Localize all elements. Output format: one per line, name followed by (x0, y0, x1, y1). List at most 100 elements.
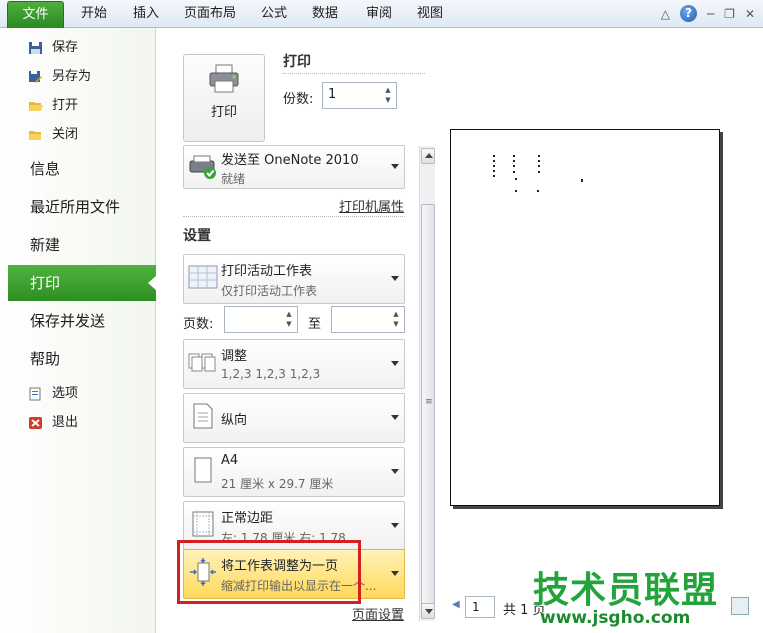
nav-print[interactable]: 打印 (8, 265, 157, 301)
tab-home[interactable]: 开始 (81, 0, 107, 28)
print-what-sub: 仅打印活动工作表 (221, 284, 318, 298)
collate-dropdown[interactable]: 调整 1,2,3 1,2,3 1,2,3 (183, 339, 405, 389)
pages-from-stepper[interactable]: ▲ ▼ (224, 306, 298, 333)
settings-title: 设置 (183, 228, 211, 244)
window-controls: △ ? ─ ❐ ✕ (661, 5, 755, 22)
save-icon (29, 42, 42, 54)
collate-icon (188, 353, 216, 372)
pages-label: 页数: (183, 317, 214, 332)
chevron-down-icon (391, 571, 399, 576)
collate-sub: 1,2,3 1,2,3 1,2,3 (221, 367, 321, 381)
page-content-marks (493, 155, 583, 192)
copies-value: 1 (328, 87, 337, 102)
print-what-dropdown[interactable]: 打印活动工作表 仅打印活动工作表 (183, 254, 405, 304)
backstage-nav: 保存 另存为 打开 关闭 信息 最近所用文件 新建 打印 保存并发送 帮助 选项… (0, 28, 157, 633)
prev-page-icon[interactable]: ◀ (452, 599, 460, 610)
orientation-dropdown[interactable]: 纵向 (183, 393, 405, 443)
chevron-down-icon (391, 276, 399, 281)
nav-open[interactable]: 打开 (29, 96, 79, 116)
nav-print-label: 打印 (30, 274, 61, 292)
tab-review[interactable]: 审阅 (366, 0, 392, 28)
tab-formulas[interactable]: 公式 (261, 0, 287, 28)
paper-title: A4 (221, 453, 239, 468)
tab-view[interactable]: 视图 (417, 0, 443, 28)
nav-open-label: 打开 (52, 98, 79, 113)
chevron-down-icon (391, 361, 399, 366)
ribbon-tab-bar: 文件 开始 插入 页面布局 公式 数据 审阅 视图 △ ? ─ ❐ ✕ (0, 0, 763, 28)
active-arrow-icon (148, 275, 157, 291)
margins-icon (192, 511, 214, 537)
chevron-down-icon (391, 469, 399, 474)
stepper-arrows-icon[interactable]: ▲ ▼ (283, 309, 295, 329)
nav-close[interactable]: 关闭 (29, 125, 79, 145)
sheet-icon (188, 265, 218, 289)
restore-icon[interactable]: ❐ (724, 7, 735, 21)
nav-close-label: 关闭 (52, 127, 79, 142)
print-section-title: 打印 (283, 54, 311, 70)
nav-options-label: 选项 (52, 386, 79, 401)
preview-page (450, 129, 720, 506)
settings-scrollbar[interactable]: ≡ (419, 146, 435, 621)
nav-options[interactable]: 选项 (29, 384, 79, 404)
nav-save-label: 保存 (52, 40, 79, 55)
nav-save-as[interactable]: 另存为 (29, 67, 92, 87)
page-number-input[interactable]: 1 (465, 596, 495, 618)
page-setup-link[interactable]: 页面设置 (352, 604, 404, 623)
exit-icon (29, 417, 42, 429)
watermark-url: www.jsgho.com (540, 608, 691, 628)
pages-to-stepper[interactable]: ▲ ▼ (331, 306, 405, 333)
print-preview: ◀ 1 共 1 页 (436, 28, 763, 633)
pages-to-label: 至 (308, 317, 322, 332)
nav-info[interactable]: 信息 (30, 157, 60, 181)
printer-ready-icon (189, 155, 216, 179)
nav-exit-label: 退出 (52, 415, 79, 430)
help-icon[interactable]: ? (679, 5, 697, 22)
printer-properties-link[interactable]: 打印机属性 (339, 196, 404, 215)
paper-sub: 21 厘米 x 29.7 厘米 (221, 477, 334, 491)
tab-page-layout[interactable]: 页面布局 (184, 0, 236, 28)
chevron-down-icon (391, 415, 399, 420)
zoom-to-page-icon[interactable] (731, 597, 749, 615)
nav-save-send[interactable]: 保存并发送 (30, 309, 105, 333)
print-what-title: 打印活动工作表 (221, 264, 313, 279)
printer-status: 就绪 (221, 172, 246, 186)
nav-recent[interactable]: 最近所用文件 (30, 195, 120, 219)
printer-name: 发送至 OneNote 2010 (221, 153, 359, 168)
copies-label: 份数: (283, 92, 314, 107)
tab-insert[interactable]: 插入 (133, 0, 159, 28)
chevron-down-icon (391, 523, 399, 528)
printer-icon (209, 64, 239, 93)
printer-dropdown[interactable]: 发送至 OneNote 2010 就绪 (183, 145, 405, 189)
nav-save-as-label: 另存为 (52, 69, 92, 84)
paper-size-dropdown[interactable]: A4 21 厘米 x 29.7 厘米 (183, 447, 405, 497)
nav-new[interactable]: 新建 (30, 233, 60, 257)
orientation-value: 纵向 (221, 413, 248, 428)
portrait-icon (193, 403, 213, 429)
stepper-arrows-icon[interactable]: ▲ ▼ (390, 309, 402, 329)
scroll-down-button[interactable] (421, 603, 435, 619)
nav-exit[interactable]: 退出 (29, 413, 79, 433)
close-folder-icon (29, 131, 41, 140)
print-button-label: 打印 (210, 105, 237, 120)
open-folder-icon (29, 102, 43, 111)
print-button[interactable]: 打印 (183, 54, 265, 142)
stepper-arrows-icon[interactable]: ▲ ▼ (382, 85, 394, 105)
chevron-down-icon (391, 164, 399, 169)
nav-save[interactable]: 保存 (29, 38, 79, 58)
divider (283, 73, 425, 74)
minimize-icon[interactable]: ─ (707, 7, 714, 21)
tab-data[interactable]: 数据 (312, 0, 338, 28)
margins-title: 正常边距 (221, 511, 274, 526)
divider (183, 216, 405, 217)
scroll-up-button[interactable] (421, 148, 435, 164)
collate-title: 调整 (221, 349, 248, 364)
tab-file[interactable]: 文件 (7, 1, 64, 28)
close-icon[interactable]: ✕ (745, 7, 755, 21)
options-icon (29, 387, 41, 401)
copies-stepper[interactable]: 1 ▲ ▼ (322, 82, 397, 109)
scroll-thumb[interactable]: ≡ (421, 204, 435, 604)
nav-help[interactable]: 帮助 (30, 347, 60, 371)
collapse-ribbon-icon[interactable]: △ (661, 7, 670, 21)
save-as-icon (29, 71, 42, 83)
highlight-box (177, 540, 361, 604)
